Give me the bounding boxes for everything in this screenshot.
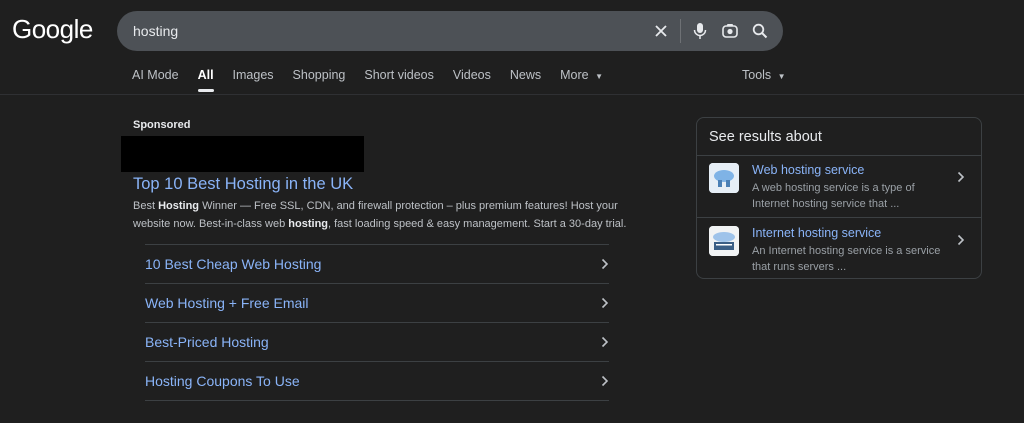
chevron-right-icon [957, 234, 965, 246]
search-input[interactable]: hosting [133, 23, 650, 39]
sitelink-web-hosting-free-email[interactable]: Web Hosting + Free Email [145, 283, 609, 322]
search-divider [680, 19, 681, 43]
clear-icon[interactable] [650, 20, 672, 42]
tab-shopping[interactable]: Shopping [293, 68, 346, 94]
caret-down-icon: ▼ [595, 72, 604, 81]
tab-news[interactable]: News [510, 68, 541, 94]
tab-ai-mode[interactable]: AI Mode [132, 68, 179, 94]
sitelink-hosting-coupons[interactable]: Hosting Coupons To Use [145, 361, 609, 401]
sitelink-cheap-web-hosting[interactable]: 10 Best Cheap Web Hosting [145, 244, 609, 283]
panel-item-desc: A web hosting service is a type of Inter… [752, 182, 915, 210]
panel-item-title: Web hosting service [752, 163, 865, 177]
ad-desc-bold: hosting [288, 218, 329, 230]
chevron-right-icon [601, 375, 609, 387]
lens-camera-icon[interactable] [719, 20, 741, 42]
microphone-icon[interactable] [689, 20, 711, 42]
panel-item-title: Internet hosting service [752, 226, 882, 240]
header-divider [0, 94, 1024, 95]
sitelink-label: 10 Best Cheap Web Hosting [145, 256, 322, 272]
ad-sitelinks: 10 Best Cheap Web Hosting Web Hosting + … [145, 244, 609, 401]
chevron-right-icon [601, 336, 609, 348]
search-tabs: AI Mode All Images Shopping Short videos… [132, 68, 622, 94]
tab-short-videos[interactable]: Short videos [364, 68, 433, 94]
web-hosting-thumbnail [709, 163, 739, 193]
tab-more[interactable]: More ▼ [560, 68, 603, 94]
internet-hosting-thumbnail [709, 226, 739, 256]
google-logo[interactable]: Google [12, 14, 93, 45]
panel-item-internet-hosting-service[interactable]: Internet hosting service An Internet hos… [697, 218, 981, 280]
sitelink-label: Web Hosting + Free Email [145, 295, 309, 311]
panel-item-web-hosting-service[interactable]: Web hosting service A web hosting servic… [697, 155, 981, 217]
redacted-block [121, 136, 364, 172]
ad-desc-text: Best [133, 200, 159, 212]
sitelink-best-priced-hosting[interactable]: Best-Priced Hosting [145, 322, 609, 361]
tab-images[interactable]: Images [233, 68, 274, 94]
ad-description: Best Hosting Winner — Free SSL, CDN, and… [133, 197, 633, 233]
tools-button[interactable]: Tools ▼ [742, 68, 786, 82]
tab-more-label: More [560, 68, 589, 82]
ad-title-link[interactable]: Top 10 Best Hosting in the UK [133, 175, 353, 194]
ad-desc-bold: Hosting [158, 200, 200, 212]
tools-label: Tools [742, 68, 772, 82]
tab-videos[interactable]: Videos [453, 68, 491, 94]
sitelink-label: Hosting Coupons To Use [145, 373, 300, 389]
search-icon[interactable] [749, 20, 771, 42]
chevron-right-icon [957, 171, 965, 183]
chevron-right-icon [601, 297, 609, 309]
ad-desc-text: , fast loading speed & easy management. … [328, 218, 627, 230]
panel-item-desc: An Internet hosting service is a service… [752, 245, 941, 273]
sponsored-label: Sponsored [133, 119, 191, 131]
tab-all[interactable]: All [197, 68, 214, 94]
caret-down-icon: ▼ [777, 72, 786, 81]
sitelink-label: Best-Priced Hosting [145, 334, 269, 350]
chevron-right-icon [601, 258, 609, 270]
see-results-about-panel: See results about Web hosting service A … [696, 117, 982, 279]
panel-title: See results about [709, 129, 822, 145]
search-bar[interactable]: hosting [117, 11, 783, 51]
